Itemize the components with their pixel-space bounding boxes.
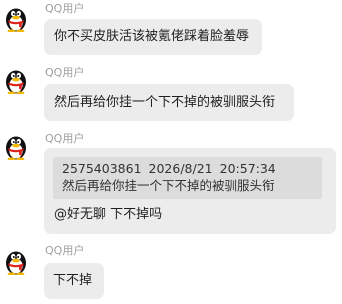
- quote-date: 2026/8/21: [148, 161, 213, 176]
- message-text: 然后再给你挂一个下不掉的被驯服头衔: [54, 95, 276, 110]
- message-text: 你不买皮肤活该被氪佬踩着脸羞辱: [54, 29, 250, 44]
- quote-text: 然后再给你挂一个下不掉的被驯服头衔: [62, 178, 275, 193]
- chat-message: QQ用户 然后再给你挂一个下不掉的被驯服头衔: [0, 60, 342, 126]
- message-text: 下不掉: [53, 273, 93, 288]
- message-text: @好无聊 下不掉吗: [54, 207, 163, 222]
- quote-qq-number: 2575403861: [62, 161, 142, 176]
- quoted-message[interactable]: 2575403861 2026/8/21 20:57:34 然后再给你挂一个下不掉的…: [53, 157, 322, 199]
- chat-message: QQ用户 你不买皮肤活该被氪佬踩着脸羞辱: [0, 0, 342, 60]
- chat-message: QQ用户 下不掉: [0, 240, 342, 304]
- quote-meta: 2575403861 2026/8/21 20:57:34: [62, 160, 322, 177]
- message-bubble[interactable]: 2575403861 2026/8/21 20:57:34 然后再给你挂一个下不掉的…: [44, 148, 336, 234]
- sender-name: QQ用户: [45, 132, 85, 145]
- qq-penguin-avatar-icon[interactable]: [2, 132, 30, 160]
- message-bubble[interactable]: 你不买皮肤活该被氪佬踩着脸羞辱: [44, 19, 262, 55]
- message-bubble[interactable]: 下不掉: [44, 263, 104, 299]
- chat-history: QQ用户 你不买皮肤活该被氪佬踩着脸羞辱 QQ用户 然后再给你挂一个下不掉的被驯…: [0, 0, 342, 304]
- qq-penguin-avatar-icon[interactable]: [2, 247, 30, 275]
- sender-name: QQ用户: [45, 2, 85, 15]
- chat-message: QQ用户 2575403861 2026/8/21 20:57:34 然后再给你挂一…: [0, 126, 342, 240]
- qq-penguin-avatar-icon[interactable]: [2, 4, 30, 32]
- sender-name: QQ用户: [45, 66, 85, 79]
- sender-name: QQ用户: [45, 244, 85, 257]
- qq-penguin-avatar-icon[interactable]: [2, 66, 30, 94]
- quote-time: 20:57:34: [219, 161, 276, 176]
- message-bubble[interactable]: 然后再给你挂一个下不掉的被驯服头衔: [44, 84, 294, 121]
